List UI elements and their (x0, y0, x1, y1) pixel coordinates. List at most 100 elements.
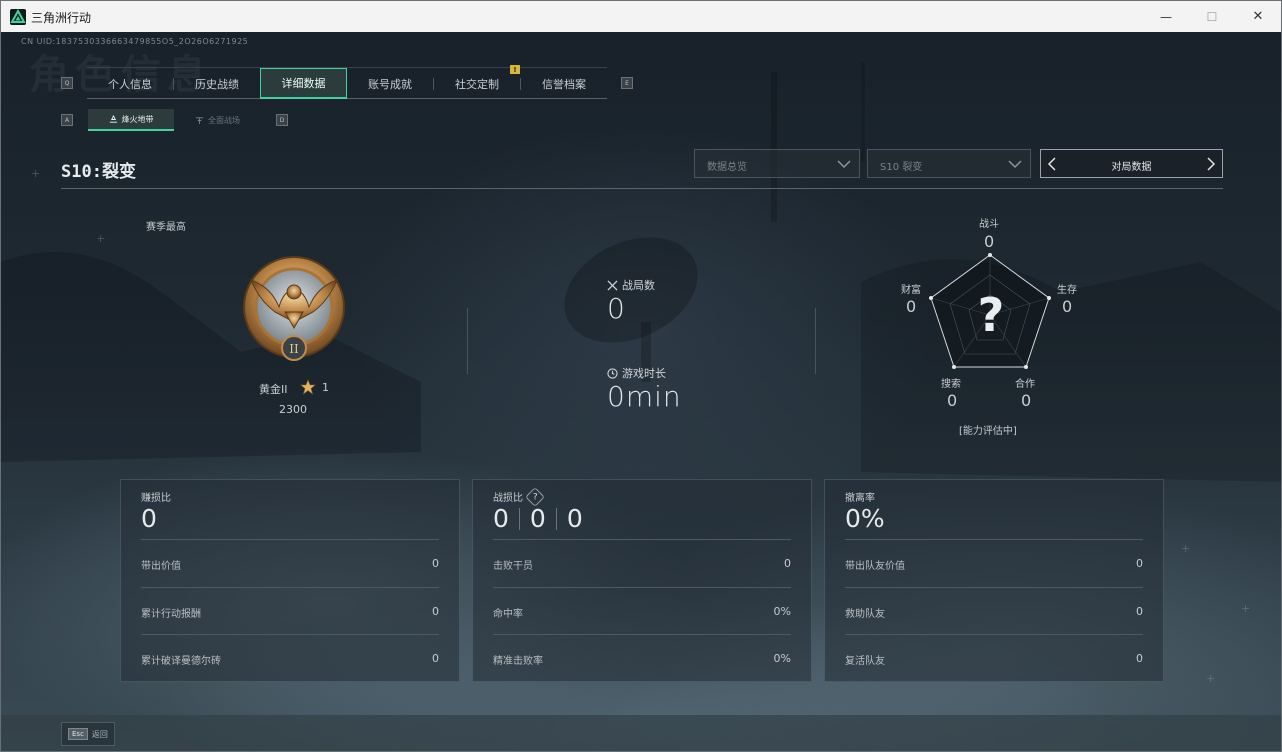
game-viewport: + + + + + CN UID:1837530336663479855O5_2… (1, 32, 1281, 751)
decor-cross: + (1181, 542, 1191, 555)
matches-value: 0 (607, 292, 626, 325)
tab-label: 历史战绩 (195, 77, 239, 91)
stat-value: 0 (432, 605, 439, 618)
tab-detailed-data[interactable]: 详细数据 (260, 68, 347, 99)
footer-bar: Esc 返回 (1, 715, 1281, 751)
stat-row: 复活队友 0 (845, 634, 1143, 682)
tab-label: 社交定制 (455, 77, 499, 91)
stat-row: 救助队友 0 (845, 587, 1143, 635)
tab-achievements[interactable]: 账号成就 (347, 68, 433, 99)
kd-value: 0 (529, 504, 546, 533)
radar-wealth-value: 0 (906, 297, 917, 316)
subtab-label: 烽火地带 (121, 114, 154, 124)
rank-score: 2300 (279, 403, 307, 416)
decor-cross: + (96, 232, 106, 245)
row-divider (493, 587, 791, 588)
overview-dropdown[interactable]: 数据总览 (694, 149, 860, 178)
back-label: 返回 (91, 729, 108, 739)
stat-value: 0% (773, 605, 791, 618)
help-mark: ? (532, 491, 538, 502)
stat-label: 击败干员 (493, 561, 533, 572)
subtab-full-battlefield[interactable]: 全面战场 (174, 109, 261, 131)
tab-reputation[interactable]: 信誉档案 (521, 68, 607, 99)
ability-radar-chart: ? (929, 253, 1051, 369)
stat-value: 0 (1136, 652, 1143, 665)
playtime-label-text: 游戏时长 (622, 367, 666, 380)
maximize-icon: ☐ (1206, 9, 1218, 24)
kd-value: 0 (566, 504, 583, 533)
decor-cross: + (1241, 602, 1251, 615)
decor-cross: + (31, 167, 41, 180)
tab-personal-info[interactable]: 个人信息 (87, 68, 173, 99)
stat-label: 命中率 (493, 609, 523, 620)
radar-survival-value: 0 (1062, 297, 1073, 316)
maximize-button[interactable]: ☐ (1189, 1, 1235, 32)
radar-unknown-mark: ? (978, 288, 1005, 342)
subtab-hazard-zone[interactable]: 烽火地带 (88, 109, 174, 131)
stat-value: 0 (1136, 557, 1143, 570)
back-button[interactable]: Esc 返回 (61, 722, 115, 746)
esc-key-hint: Esc (68, 728, 88, 740)
star-icon (300, 379, 316, 395)
radar-wealth-label: 财富 (901, 285, 921, 296)
profit-title-text: 赚损比 (141, 493, 171, 504)
radar-survival-label: 生存 (1057, 285, 1077, 296)
stat-row: 累计破译曼德尔砖 0 (141, 634, 439, 682)
tab-prev-key-hint: Q (61, 77, 73, 89)
dropdown-value: 数据总览 (707, 162, 747, 173)
stat-label: 带出队友价值 (845, 561, 905, 572)
stat-label: 复活队友 (845, 656, 885, 667)
radar-combat-value: 0 (984, 232, 995, 251)
social-notification-badge: ! (510, 65, 520, 74)
crossed-swords-icon (607, 279, 618, 291)
tab-match-history[interactable]: 历史战绩 (174, 68, 260, 99)
extraction-rate-value: 0% (845, 504, 885, 533)
row-divider (845, 634, 1143, 635)
subtab-label: 全面战场 (208, 115, 240, 125)
app-logo-icon (10, 9, 26, 25)
row-divider (493, 634, 791, 635)
decor-cross: + (1206, 672, 1216, 685)
season-dropdown[interactable]: S10 裂变 (867, 149, 1031, 178)
value-divider (555, 507, 557, 530)
profit-title: 赚损比 (141, 489, 171, 504)
value-divider (518, 507, 520, 530)
stat-value: 0 (432, 557, 439, 570)
minimize-button[interactable]: — (1143, 1, 1189, 32)
stat-label: 带出价值 (141, 561, 181, 572)
stat-row: 累计行动报酬 0 (141, 587, 439, 635)
stat-row: 带出队友价值 0 (845, 539, 1143, 587)
matches-label: 战局数 (607, 277, 655, 293)
row-divider (845, 539, 1143, 540)
kd-ratio-values: 0 0 0 (493, 504, 583, 533)
row-divider (845, 587, 1143, 588)
extraction-panel: 撤离率 0% 带出队友价值 0 救助队友 0 复活队友 0 (824, 479, 1164, 682)
profit-ratio-value: 0 (141, 504, 157, 533)
dropdown-value: S10 裂变 (880, 162, 923, 173)
row-divider (141, 587, 439, 588)
radar-status: [能力评估中] (959, 426, 1017, 437)
stat-label: 精准击败率 (493, 656, 543, 667)
radar-combat-label: 战斗 (979, 219, 999, 230)
radar-search-value: 0 (947, 391, 958, 410)
kd-title: 战损比 ? (493, 486, 545, 507)
chevron-right-icon[interactable] (1204, 155, 1218, 173)
window-titlebar[interactable]: 三角洲行动 — ☐ ✕ (1, 1, 1281, 32)
profit-panel: 赚损比 0 带出价值 0 累计行动报酬 0 累计破译曼德尔砖 0 (120, 479, 460, 682)
column-divider (815, 308, 816, 374)
window-title: 三角洲行动 (31, 11, 92, 25)
minimize-icon: — (1160, 9, 1172, 24)
clock-icon (607, 367, 618, 379)
close-button[interactable]: ✕ (1235, 1, 1281, 32)
match-data-pager: 对局数据 (1040, 149, 1223, 178)
stat-value: 0% (773, 652, 791, 665)
row-divider (141, 539, 439, 540)
rank-tier-name: 黄金II (259, 383, 288, 396)
app-window: 三角洲行动 — ☐ ✕ + + + + + CN UID:18375303366… (0, 0, 1282, 752)
tab-social-custom[interactable]: 社交定制 (434, 68, 520, 99)
matches-label-text: 战局数 (622, 279, 655, 292)
row-divider (141, 634, 439, 635)
pager-label: 对局数据 (1111, 162, 1152, 173)
rank-star-count: 1 (322, 381, 329, 394)
chevron-down-icon (837, 160, 851, 169)
